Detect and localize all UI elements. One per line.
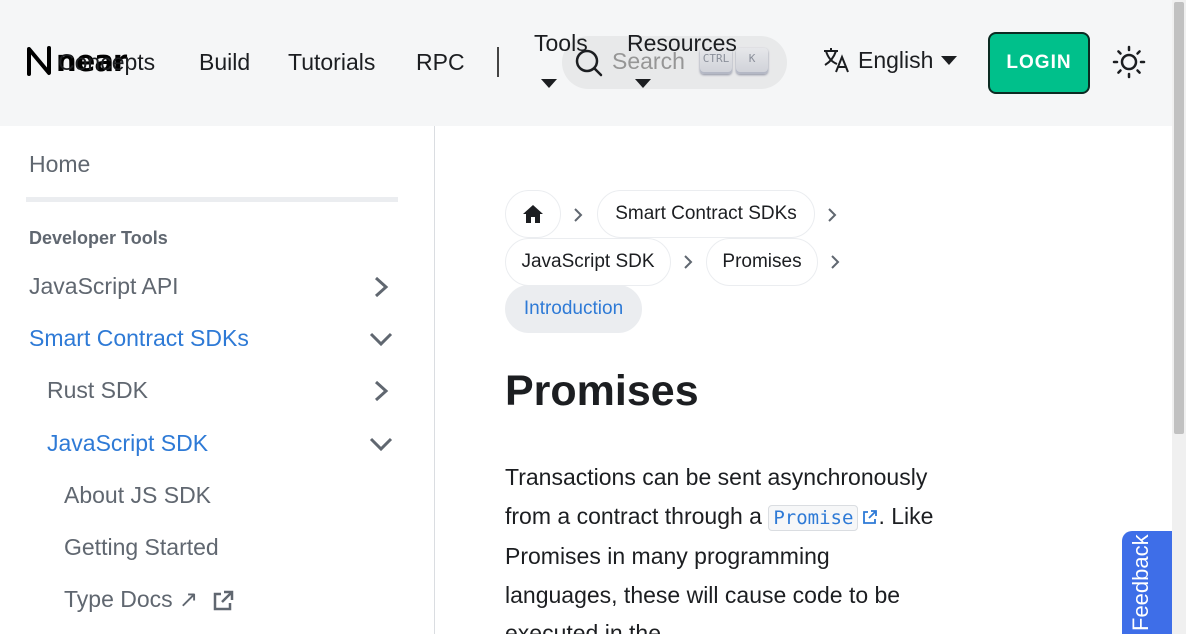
feedback-label: Feedback bbox=[1128, 534, 1153, 631]
scrollbar-thumb[interactable] bbox=[1174, 2, 1184, 434]
breadcrumb-separator-icon bbox=[574, 208, 583, 222]
language-selector[interactable]: English bbox=[822, 46, 958, 74]
sidebar-item-smart-contract-sdks[interactable]: Smart Contract SDKs bbox=[29, 327, 249, 350]
login-button[interactable]: LOGIN bbox=[988, 32, 1090, 94]
external-link-icon bbox=[863, 510, 878, 525]
nav-concepts[interactable]: Concepts bbox=[58, 51, 155, 74]
breadcrumb-home[interactable] bbox=[505, 190, 561, 238]
home-icon bbox=[523, 205, 543, 223]
breadcrumb-promises[interactable]: Promises bbox=[706, 238, 818, 286]
sidebar-item-type-docs[interactable]: Type Docs ↗ bbox=[64, 588, 198, 611]
page-title: Promises bbox=[505, 367, 699, 415]
nav-rpc[interactable]: RPC bbox=[416, 51, 465, 74]
promise-code-link[interactable]: Promise bbox=[768, 504, 859, 531]
sidebar-item-rust-sdk[interactable]: Rust SDK bbox=[47, 379, 148, 402]
sidebar-item-javascript-sdk[interactable]: JavaScript SDK bbox=[47, 432, 208, 455]
language-label: English bbox=[858, 46, 934, 73]
sidebar-divider bbox=[26, 197, 398, 202]
sidebar-item-getting-started[interactable]: Getting Started bbox=[64, 536, 219, 559]
breadcrumb-separator-icon bbox=[684, 255, 693, 269]
sidebar-item-javascript-api[interactable]: JavaScript API bbox=[29, 275, 179, 298]
nav-separator bbox=[497, 47, 499, 77]
theme-toggle-sun-icon[interactable] bbox=[1112, 45, 1146, 79]
sidebar-item-about-js-sdk[interactable]: About JS SDK bbox=[64, 484, 211, 507]
sidebar-item-home[interactable]: Home bbox=[29, 153, 90, 176]
breadcrumb-introduction: Introduction bbox=[505, 285, 642, 333]
kbd-k: K bbox=[736, 48, 768, 74]
breadcrumb-smart-contract-sdks[interactable]: Smart Contract SDKs bbox=[597, 190, 815, 238]
chevron-right-icon[interactable] bbox=[370, 275, 392, 299]
breadcrumb-separator-icon bbox=[828, 208, 837, 222]
content-paragraph: Transactions can be sent asynchronously … bbox=[505, 458, 945, 634]
nav-build[interactable]: Build bbox=[199, 51, 250, 74]
page-scrollbar[interactable] bbox=[1172, 0, 1186, 634]
chevron-right-icon[interactable] bbox=[370, 379, 392, 403]
chevron-down-icon bbox=[941, 55, 958, 65]
translate-icon bbox=[824, 48, 849, 73]
nav-tools-dropdown[interactable]: Tools bbox=[534, 32, 588, 55]
nav-tutorials[interactable]: Tutorials bbox=[288, 51, 375, 74]
breadcrumb-javascript-sdk[interactable]: JavaScript SDK bbox=[505, 238, 671, 286]
breadcrumb-separator-icon bbox=[831, 255, 840, 269]
tools-caret-icon[interactable] bbox=[541, 79, 557, 88]
external-link-icon bbox=[213, 590, 234, 611]
docs-sidebar: Home Developer Tools JavaScript API Smar… bbox=[0, 126, 435, 634]
near-logo-icon bbox=[27, 46, 51, 76]
feedback-button[interactable]: Feedback bbox=[1122, 531, 1172, 634]
resources-caret-icon[interactable] bbox=[635, 79, 651, 88]
chevron-down-icon[interactable] bbox=[369, 329, 393, 349]
top-navbar: near Concepts Build Tutorials RPC Search… bbox=[0, 0, 1172, 126]
chevron-down-icon[interactable] bbox=[369, 434, 393, 454]
nav-resources-dropdown[interactable]: Resources bbox=[627, 32, 737, 55]
sidebar-section-heading: Developer Tools bbox=[29, 228, 168, 248]
